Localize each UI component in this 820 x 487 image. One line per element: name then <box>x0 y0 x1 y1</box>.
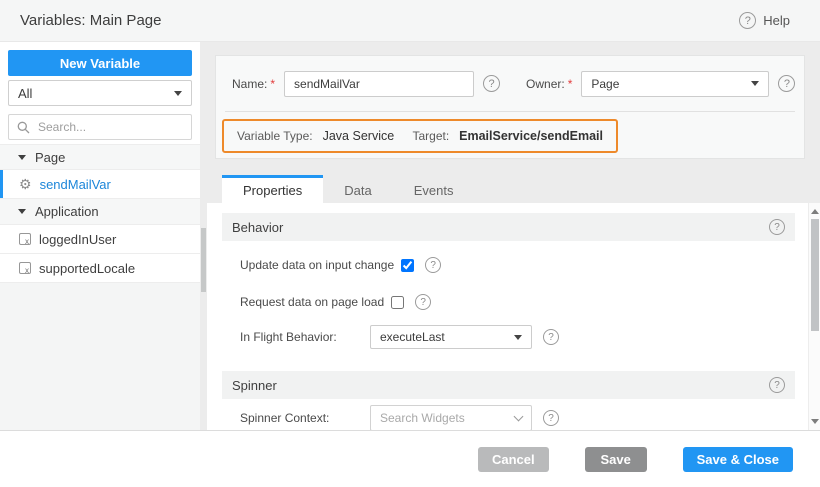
request-data-label: Request data on page load <box>240 295 384 309</box>
help-icon[interactable] <box>543 329 559 345</box>
tree-group-page[interactable]: Page <box>0 144 200 170</box>
sidebar-scrollbar[interactable] <box>200 42 207 430</box>
spinner-context-row: Spinner Context: Search Widgets <box>240 405 820 430</box>
update-data-checkbox[interactable] <box>401 259 414 272</box>
variables-sidebar: New Variable All Page sendMailVar Applic… <box>0 42 200 430</box>
chevron-down-icon <box>751 81 759 86</box>
inflight-behavior-label: In Flight Behavior: <box>240 330 370 344</box>
save-and-close-button[interactable]: Save & Close <box>683 447 793 472</box>
help-icon[interactable] <box>769 219 785 235</box>
help-icon[interactable] <box>543 410 559 426</box>
variable-editor: Name: * Owner: * Page <box>207 42 820 430</box>
variables-dialog: Variables: Main Page Help New Variable A… <box>0 0 820 487</box>
dialog-header: Variables: Main Page Help <box>0 0 820 42</box>
new-variable-button[interactable]: New Variable <box>8 50 192 76</box>
scroll-up-icon[interactable] <box>811 209 819 214</box>
owner-value: Page <box>591 77 619 91</box>
help-icon[interactable] <box>483 75 500 92</box>
update-data-label: Update data on input change <box>240 258 394 272</box>
required-marker: * <box>270 77 275 91</box>
editor-tabs: Properties Data Events <box>222 175 474 203</box>
help-icon[interactable] <box>739 12 756 29</box>
request-data-row: Request data on page load <box>240 294 820 310</box>
tree-item-sendmailvar[interactable]: sendMailVar <box>0 170 200 199</box>
sidebar-filler <box>0 283 200 430</box>
tab-events[interactable]: Events <box>393 175 475 203</box>
help-icon[interactable] <box>425 257 441 273</box>
spinner-context-label: Spinner Context: <box>240 411 370 425</box>
target-value: EmailService/sendEmail <box>459 129 603 143</box>
spinner-section-header: Spinner <box>222 371 795 399</box>
inflight-behavior-value: executeLast <box>380 330 445 344</box>
chevron-down-icon <box>514 412 524 422</box>
spinner-context-placeholder: Search Widgets <box>380 411 465 425</box>
spinner-section-title: Spinner <box>232 378 277 393</box>
tree-item-label: loggedInUser <box>39 232 116 247</box>
tree-item-loggedinuser[interactable]: loggedInUser <box>0 225 200 254</box>
variable-filter-select[interactable]: All <box>8 80 192 106</box>
tree-item-supportedlocale[interactable]: supportedLocale <box>0 254 200 283</box>
required-marker: * <box>568 77 573 91</box>
tree-item-label: supportedLocale <box>39 261 135 276</box>
owner-label: Owner: <box>526 77 565 91</box>
page-title: Variables: Main Page <box>20 12 161 29</box>
chevron-down-icon <box>174 91 182 96</box>
tree-group-application[interactable]: Application <box>0 199 200 225</box>
save-button[interactable]: Save <box>585 447 647 472</box>
collapse-arrow-icon[interactable] <box>18 155 26 160</box>
content-scrollbar[interactable] <box>808 203 820 430</box>
help-label: Help <box>763 13 790 28</box>
collapse-arrow-icon[interactable] <box>18 209 26 214</box>
behavior-section-header: Behavior <box>222 213 795 241</box>
variable-summary-panel: Name: * Owner: * Page <box>215 55 805 159</box>
variable-type-label: Variable Type: <box>237 129 313 143</box>
tree-group-label: Application <box>35 204 99 219</box>
target-label: Target: <box>412 129 449 143</box>
update-data-row: Update data on input change <box>240 257 820 273</box>
request-data-checkbox[interactable] <box>391 296 404 309</box>
name-label: Name: <box>232 77 267 91</box>
variable-type-highlight-box: Variable Type: Java Service Target: Emai… <box>222 119 618 153</box>
help-icon[interactable] <box>415 294 431 310</box>
tab-data[interactable]: Data <box>323 175 392 203</box>
tree-item-label: sendMailVar <box>40 177 111 192</box>
content-scrollbar-thumb[interactable] <box>811 219 819 331</box>
owner-select[interactable]: Page <box>581 71 769 97</box>
dialog-footer: Cancel Save Save & Close <box>0 430 820 487</box>
help-button[interactable]: Help <box>739 12 790 29</box>
cancel-button[interactable]: Cancel <box>478 447 549 472</box>
inflight-behavior-select[interactable]: executeLast <box>370 325 532 349</box>
spinner-context-combobox[interactable]: Search Widgets <box>370 405 532 430</box>
scroll-down-icon[interactable] <box>811 419 819 424</box>
help-icon[interactable] <box>769 377 785 393</box>
variable-filter-value: All <box>18 86 32 101</box>
service-variable-icon <box>19 177 32 191</box>
tab-properties[interactable]: Properties <box>222 175 323 203</box>
behavior-section-title: Behavior <box>232 220 283 235</box>
tree-group-label: Page <box>35 150 65 165</box>
variable-search-box[interactable] <box>8 114 192 140</box>
search-icon <box>17 121 30 134</box>
model-variable-icon <box>19 262 31 274</box>
name-field[interactable] <box>284 71 474 97</box>
search-input[interactable] <box>36 119 183 135</box>
model-variable-icon <box>19 233 31 245</box>
inflight-behavior-row: In Flight Behavior: executeLast <box>240 325 820 349</box>
variable-type-value: Java Service <box>323 129 395 143</box>
properties-tab-content: Behavior Update data on input change Req… <box>207 203 820 430</box>
sidebar-scrollbar-thumb[interactable] <box>201 228 206 292</box>
help-icon[interactable] <box>778 75 795 92</box>
chevron-down-icon <box>514 335 522 340</box>
